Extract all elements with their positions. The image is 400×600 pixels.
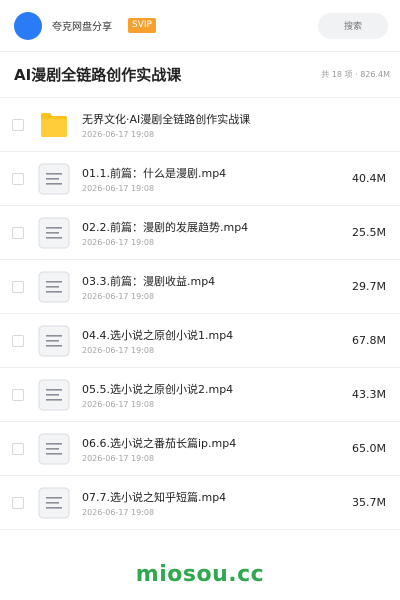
file-size: 43.3M (352, 388, 386, 401)
select-checkbox[interactable] (12, 172, 24, 185)
video-file-icon (38, 217, 70, 249)
top-bar: 夸克网盘分享 SVIP (0, 0, 400, 52)
file-date: 2026-06-17 19:08 (82, 345, 155, 355)
video-file-icon (38, 379, 70, 411)
svip-badge: SVIP (128, 18, 156, 33)
list-item[interactable]: 05.5.选小说之原创小说2.mp4 2026-06-17 19:08 43.3… (0, 368, 400, 422)
select-checkbox[interactable] (12, 118, 24, 131)
file-date: 2026-06-17 19:08 (82, 237, 155, 247)
search-input[interactable] (318, 12, 388, 39)
list-item[interactable]: 04.4.选小说之原创小说1.mp4 2026-06-17 19:08 67.8… (0, 314, 400, 368)
file-name: 无界文化·AI漫剧全链路创作实战课 (82, 112, 251, 126)
list-item[interactable]: 无界文化·AI漫剧全链路创作实战课 2026-06-17 19:08 (0, 98, 400, 152)
video-file-icon (38, 433, 70, 465)
file-size: 35.7M (352, 496, 386, 509)
select-checkbox[interactable] (12, 226, 24, 239)
file-size: 40.4M (352, 172, 386, 185)
list-item[interactable]: 06.6.选小说之番茄长篇ip.mp4 2026-06-17 19:08 65.… (0, 422, 400, 476)
file-date: 2026-06-17 19:08 (82, 291, 155, 301)
file-date: 2026-06-17 19:08 (82, 129, 155, 139)
avatar[interactable] (14, 11, 42, 40)
video-file-icon (38, 271, 70, 303)
folder-meta: 共 18 项 · 826.4M (321, 70, 390, 79)
app-name: 夸克网盘分享 (52, 22, 112, 33)
file-name: 01.1.前篇：什么是漫剧.mp4 (82, 166, 227, 180)
file-name: 02.2.前篇：漫剧的发展趋势.mp4 (82, 220, 249, 234)
file-date: 2026-06-17 19:08 (82, 507, 155, 517)
file-name: 05.5.选小说之原创小说2.mp4 (82, 382, 234, 396)
list-item[interactable]: 03.3.前篇：漫剧收益.mp4 2026-06-17 19:08 29.7M (0, 260, 400, 314)
select-checkbox[interactable] (12, 334, 24, 347)
file-name: 03.3.前篇：漫剧收益.mp4 (82, 274, 216, 288)
file-size: 29.7M (352, 280, 386, 293)
select-checkbox[interactable] (12, 280, 24, 293)
video-file-icon (38, 163, 70, 195)
watermark: miosou.cc (135, 562, 265, 587)
select-checkbox[interactable] (12, 442, 24, 455)
file-size: 67.8M (352, 334, 386, 347)
select-checkbox[interactable] (12, 388, 24, 401)
folder-icon (38, 109, 70, 141)
file-size: 25.5M (352, 226, 386, 239)
page-title: AI漫剧全链路创作实战课 (14, 66, 182, 84)
list-item[interactable]: 01.1.前篇：什么是漫剧.mp4 2026-06-17 19:08 40.4M (0, 152, 400, 206)
file-date: 2026-06-17 19:08 (82, 183, 155, 193)
file-name: 06.6.选小说之番茄长篇ip.mp4 (82, 436, 237, 450)
file-size: 65.0M (352, 442, 386, 455)
file-date: 2026-06-17 19:08 (82, 453, 155, 463)
folder-header: AI漫剧全链路创作实战课 共 18 项 · 826.4M (0, 52, 400, 98)
file-name: 04.4.选小说之原创小说1.mp4 (82, 328, 234, 342)
file-list: 无界文化·AI漫剧全链路创作实战课 2026-06-17 19:08 01.1.… (0, 98, 400, 530)
list-item[interactable]: 02.2.前篇：漫剧的发展趋势.mp4 2026-06-17 19:08 25.… (0, 206, 400, 260)
select-checkbox[interactable] (12, 496, 24, 509)
video-file-icon (38, 487, 70, 519)
file-date: 2026-06-17 19:08 (82, 399, 155, 409)
video-file-icon (38, 325, 70, 357)
list-item[interactable]: 07.7.选小说之知乎短篇.mp4 2026-06-17 19:08 35.7M (0, 476, 400, 530)
file-name: 07.7.选小说之知乎短篇.mp4 (82, 490, 227, 504)
